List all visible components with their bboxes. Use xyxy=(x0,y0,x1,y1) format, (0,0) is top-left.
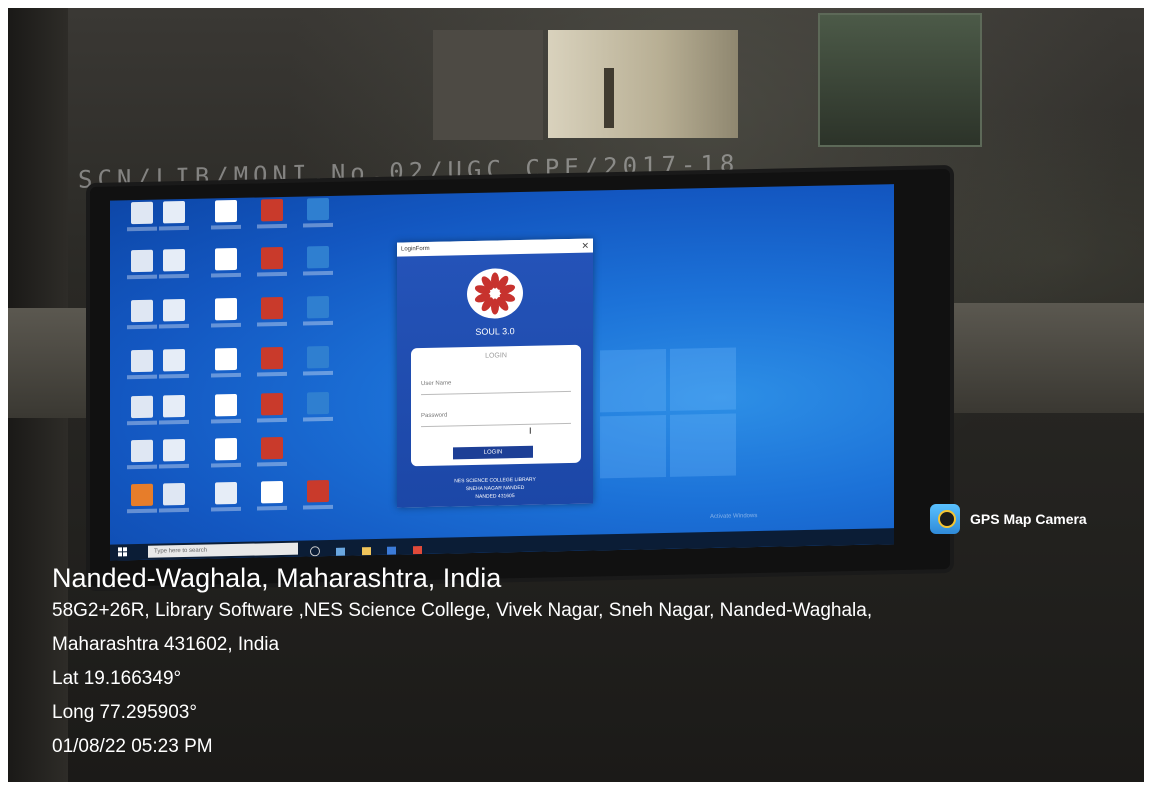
desktop-shortcut-icon[interactable] xyxy=(154,439,194,474)
location-info: Nanded-Waghala, Maharashtra, India 58G2+… xyxy=(52,563,872,770)
desktop-shortcut-icon[interactable] xyxy=(252,198,292,234)
desktop-shortcut-icon[interactable] xyxy=(252,296,292,332)
monitor: LoginForm ✕ SOUL 3.0 LOGIN User Name Pas… xyxy=(90,168,950,588)
close-icon[interactable]: ✕ xyxy=(581,239,589,253)
taskbar-search-placeholder: Type here to search xyxy=(154,547,208,555)
photo-scene: SCN/LIB/MONI.No.02/UGC CPE/2017-18 Login… xyxy=(8,8,1144,782)
desktop-shortcut-icon[interactable] xyxy=(298,198,338,233)
login-heading: LOGIN xyxy=(485,352,507,360)
desktop-icon-grid xyxy=(110,184,894,514)
desktop-shortcut-icon[interactable] xyxy=(154,483,194,518)
login-form: LOGIN User Name Password I LOGIN xyxy=(411,344,581,467)
app-name: SOUL 3.0 xyxy=(475,326,515,337)
background-doorway xyxy=(548,30,738,138)
login-button[interactable]: LOGIN xyxy=(453,445,533,460)
desktop-shortcut-icon[interactable] xyxy=(206,297,246,333)
desktop-shortcut-icon[interactable] xyxy=(206,347,246,383)
desktop-shortcut-icon[interactable] xyxy=(252,480,292,516)
username-field[interactable]: User Name xyxy=(421,370,571,396)
desktop-shortcut-icon[interactable] xyxy=(154,395,194,430)
address-line: 58G2+26R, Library Software ,NES Science … xyxy=(52,600,873,621)
desktop-shortcut-icon[interactable] xyxy=(206,393,246,429)
desktop-screen: LoginForm ✕ SOUL 3.0 LOGIN User Name Pas… xyxy=(110,184,894,561)
desktop-shortcut-icon[interactable] xyxy=(154,349,194,384)
start-button-icon[interactable] xyxy=(118,547,128,557)
desktop-shortcut-icon[interactable] xyxy=(298,392,338,427)
gps-map-camera-badge: GPS Map Camera xyxy=(930,504,1087,534)
datetime: 01/08/22 05:23 PM xyxy=(52,736,213,757)
longitude: Long 77.295903° xyxy=(52,702,197,723)
desktop-shortcut-icon[interactable] xyxy=(252,436,292,472)
desktop-shortcut-icon[interactable] xyxy=(206,481,246,517)
taskbar: Type here to search xyxy=(110,528,894,561)
taskbar-app-icons[interactable] xyxy=(310,539,510,557)
login-window: LoginForm ✕ SOUL 3.0 LOGIN User Name Pas… xyxy=(397,238,593,508)
desktop-shortcut-icon[interactable] xyxy=(252,346,292,382)
password-field[interactable]: Password xyxy=(421,402,571,428)
activate-windows-watermark: Activate Windows xyxy=(710,513,758,521)
login-footer: NES SCIENCE COLLEGE LIBRARY SNEHA NAGAR … xyxy=(397,474,593,502)
desktop-shortcut-icon[interactable] xyxy=(252,392,292,428)
text-cursor-icon: I xyxy=(529,425,532,436)
login-window-title: LoginForm xyxy=(401,245,430,253)
taskbar-search-input[interactable]: Type here to search xyxy=(148,542,298,558)
desktop-shortcut-icon[interactable] xyxy=(206,437,246,473)
soul-logo-icon xyxy=(467,267,523,320)
desktop-shortcut-icon[interactable] xyxy=(154,299,194,334)
address-line: Maharashtra 431602, India xyxy=(52,634,280,655)
desktop-shortcut-icon[interactable] xyxy=(298,246,338,281)
latitude: Lat 19.166349° xyxy=(52,668,182,689)
login-window-body: SOUL 3.0 LOGIN User Name Password I LOGI… xyxy=(397,252,593,508)
desktop-shortcut-icon[interactable] xyxy=(298,296,338,331)
desktop-shortcut-icon[interactable] xyxy=(206,199,246,235)
desktop-shortcut-icon[interactable] xyxy=(298,480,338,515)
background-desk-right xyxy=(938,303,1144,413)
desktop-shortcut-icon[interactable] xyxy=(154,249,194,284)
background-shelf xyxy=(818,13,982,147)
desktop-shortcut-icon[interactable] xyxy=(252,246,292,282)
gps-camera-icon xyxy=(930,504,960,534)
desktop-shortcut-icon[interactable] xyxy=(206,247,246,283)
location-place: Nanded-Waghala, Maharashtra, India xyxy=(52,563,502,593)
gps-badge-label: GPS Map Camera xyxy=(970,511,1087,527)
desktop-shortcut-icon[interactable] xyxy=(154,201,194,236)
background-door-frame xyxy=(604,68,614,128)
background-board xyxy=(433,30,543,140)
windows-logo-icon xyxy=(600,347,740,480)
desktop-shortcut-icon[interactable] xyxy=(298,346,338,381)
